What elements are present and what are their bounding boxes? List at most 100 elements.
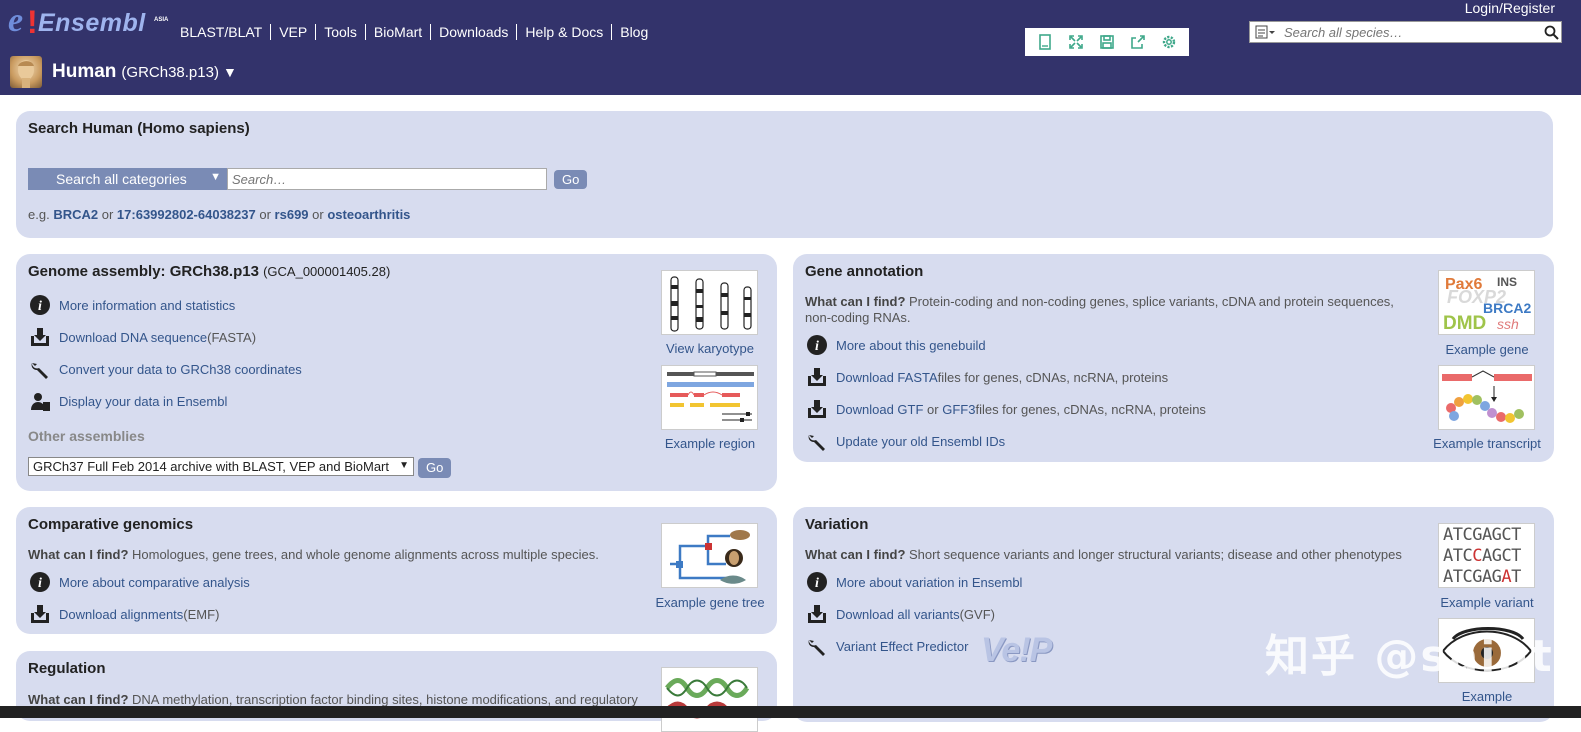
gene-annotation-title: Gene annotation (805, 263, 924, 280)
find-text: DNA methylation, transcription factor bi… (128, 692, 638, 707)
download-gff3-link[interactable]: GFF3 (942, 402, 975, 417)
more-info-link[interactable]: More information and statistics (59, 298, 235, 313)
more-comparative-link[interactable]: More about comparative analysis (59, 575, 250, 590)
update-ids-link[interactable]: Update your old Ensembl IDs (836, 434, 1005, 449)
more-genebuild-link[interactable]: More about this genebuild (836, 338, 986, 353)
search-icon[interactable] (1541, 22, 1561, 42)
variant-sequence: ATCGAGCT ATCCAGCT ATCGAGAT (1439, 524, 1534, 587)
download-icon (805, 397, 829, 421)
assembly-select-value: GRCh37 Full Feb 2014 archive with BLAST,… (33, 459, 389, 474)
transcript-thumbnail[interactable] (1438, 365, 1535, 430)
masthead: e ! Ensembl ASIA BLAST/BLAT VEP Tools Bi… (0, 0, 1581, 95)
example-region[interactable]: 17:63992802-64038237 (117, 207, 256, 222)
logo-wordmark: Ensembl (38, 9, 146, 37)
eg-prefix: e.g. (28, 207, 50, 222)
share-icon[interactable] (1129, 33, 1147, 51)
item-update-ids: Update your old Ensembl IDs (805, 429, 1005, 453)
wrench-icon (28, 357, 52, 381)
display-data-link[interactable]: Display your data in Ensembl (59, 394, 227, 409)
download-alignments-link[interactable]: Download alignments (59, 607, 183, 622)
gene-annotation-description: What can I find? Protein-coding and non-… (805, 294, 1415, 326)
gene-tree-thumbnail[interactable] (661, 523, 758, 588)
or-text: or (259, 207, 271, 222)
seq-part: ATC (1443, 546, 1473, 566)
regulation-title: Regulation (28, 660, 106, 677)
view-karyotype-link[interactable]: View karyotype (650, 341, 770, 356)
item-display-data: Display your data in Ensembl (28, 389, 227, 413)
svg-text:i: i (38, 299, 42, 314)
svg-text:i: i (815, 576, 819, 591)
region-thumbnail[interactable] (661, 365, 758, 430)
item-download-dna: Download DNA sequence (FASTA) (28, 325, 256, 349)
info-icon: i (28, 570, 52, 594)
regulation-thumbnail[interactable] (661, 667, 758, 732)
chevron-down-icon: ▼ (210, 171, 221, 183)
gtf-description: files for genes, cDNAs, ncRNA, proteins (975, 401, 1206, 417)
example-phenotype-link[interactable]: Example (1427, 689, 1547, 704)
example-gene-link[interactable]: Example gene (1427, 342, 1547, 357)
species-search-box (1249, 21, 1562, 43)
horizontal-scrollbar[interactable] (0, 706, 1581, 718)
variant-thumbnail[interactable]: ATCGAGCT ATCCAGCT ATCGAGAT (1438, 523, 1535, 588)
category-select[interactable]: Search all categories ▼ (28, 168, 227, 190)
fullscreen-icon[interactable] (1067, 33, 1085, 51)
top-nav: BLAST/BLAT VEP Tools BioMart Downloads H… (172, 24, 656, 40)
logo-bang: ! (27, 4, 38, 40)
species-selector[interactable]: Human (GRCh38.p13) ▼ (10, 56, 237, 88)
settings-gear-icon[interactable] (1160, 33, 1178, 51)
more-variation-link[interactable]: More about variation in Ensembl (836, 575, 1022, 590)
species-search-field[interactable] (227, 168, 547, 190)
comparative-genomics-panel: Comparative genomics What can I find? Ho… (16, 507, 777, 634)
download-variants-link[interactable]: Download all variants (836, 607, 960, 622)
vep-logo[interactable]: Ve!P (981, 631, 1052, 670)
variation-title: Variation (805, 516, 869, 533)
bookmark-icon[interactable] (1036, 33, 1054, 51)
or-text: or (312, 207, 324, 222)
nav-help-docs[interactable]: Help & Docs (516, 24, 611, 40)
vep-link[interactable]: Variant Effect Predictor (836, 639, 968, 654)
or-text: or (101, 207, 114, 222)
search-go-button[interactable]: Go (554, 169, 588, 189)
find-label: What can I find? (805, 547, 906, 562)
example-region-link[interactable]: Example region (650, 436, 770, 451)
example-variant-link[interactable]: Example variant (1427, 595, 1547, 610)
download-icon (805, 602, 829, 626)
chevron-down-icon: ▼ (399, 460, 409, 471)
example-brca2[interactable]: BRCA2 (53, 207, 98, 222)
download-dna-link[interactable]: Download DNA sequence (59, 330, 207, 345)
download-fasta-link[interactable]: Download FASTA (836, 370, 938, 385)
find-label: What can I find? (28, 547, 129, 562)
species-search-input[interactable] (1280, 23, 1541, 41)
example-osteoarthritis[interactable]: osteoarthritis (327, 207, 410, 222)
karyotype-thumbnail[interactable] (661, 270, 758, 335)
convert-coordinates-link[interactable]: Convert your data to GRCh38 coordinates (59, 362, 302, 377)
example-rs699[interactable]: rs699 (275, 207, 309, 222)
download-dna-format: (FASTA) (207, 329, 257, 345)
login-register-link[interactable]: Login/Register (1465, 0, 1555, 16)
assembly-go-button[interactable]: Go (418, 458, 452, 478)
download-gtf-link[interactable]: Download GTF (836, 402, 923, 417)
nav-blast[interactable]: BLAST/BLAT (172, 24, 270, 40)
seq-variant: C (1472, 546, 1482, 566)
example-transcript-link[interactable]: Example transcript (1427, 436, 1547, 451)
download-icon (28, 325, 52, 349)
nav-tools[interactable]: Tools (315, 24, 365, 40)
example-gene-tree-link[interactable]: Example gene tree (650, 595, 770, 610)
search-examples: e.g. BRCA2 or 17:63992802-64038237 or rs… (28, 207, 410, 222)
variants-format: (GVF) (959, 606, 995, 622)
species-search-dropdown[interactable] (1250, 22, 1280, 42)
nav-vep[interactable]: VEP (270, 24, 315, 40)
nav-downloads[interactable]: Downloads (430, 24, 516, 40)
save-icon[interactable] (1098, 33, 1116, 51)
item-more-comparative: i More about comparative analysis (28, 570, 250, 594)
gene-thumbnail[interactable]: Pax6 INS FOXP2 BRCA2 DMD ssh (1438, 270, 1535, 335)
alignments-format: (EMF) (183, 606, 220, 622)
variation-panel: Variation What can I find? Short sequenc… (793, 507, 1554, 722)
seq-row-2: ATCCAGCT (1443, 546, 1534, 567)
fasta-description: files for genes, cDNAs, ncRNA, proteins (937, 369, 1169, 385)
seq-variant: A (1501, 567, 1512, 587)
nav-blog[interactable]: Blog (611, 24, 656, 40)
species-caret-icon[interactable]: ▼ (223, 64, 237, 80)
nav-biomart[interactable]: BioMart (364, 24, 430, 40)
assembly-select[interactable]: GRCh37 Full Feb 2014 archive with BLAST,… (28, 457, 414, 476)
